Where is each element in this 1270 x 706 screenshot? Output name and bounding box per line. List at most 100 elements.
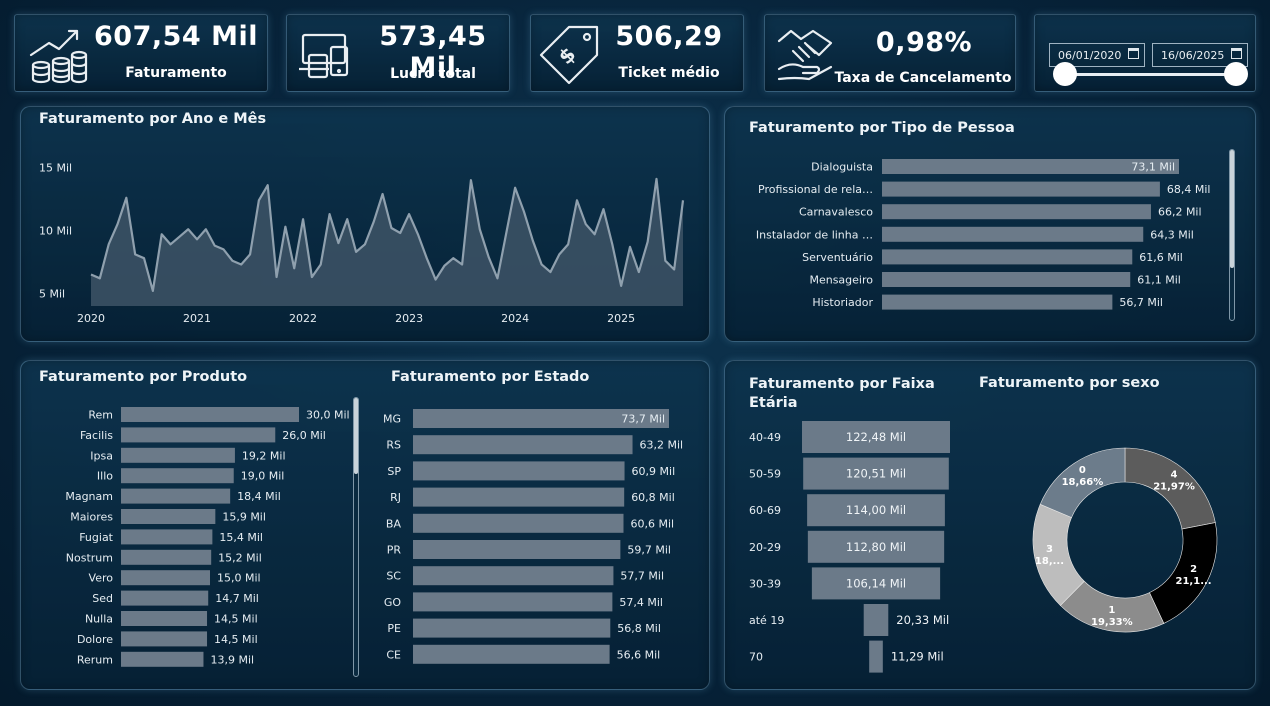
data-label: 61,1 Mil bbox=[1137, 274, 1181, 287]
kpi-value: 0,98% bbox=[875, 27, 973, 58]
bar bbox=[121, 509, 216, 524]
bar bbox=[121, 427, 276, 443]
kpi-card-faturamento: 607,54 Mil Faturamento bbox=[14, 14, 268, 92]
money-growth-icon bbox=[29, 29, 88, 84]
data-label: 112,80 Mil bbox=[846, 540, 906, 554]
donut-chart: 421,97% 221,1... 119,33% 318,... 018,66% bbox=[1032, 447, 1218, 633]
category-label: 20-29 bbox=[749, 541, 781, 554]
bar bbox=[121, 651, 204, 667]
category-label: Ipsa bbox=[90, 449, 113, 462]
funnel-bar bbox=[863, 604, 889, 636]
bar bbox=[413, 592, 613, 612]
bar-chart: Dialoguista 73,1 Mil Profissional de rela…… bbox=[756, 159, 1210, 310]
slice-category-label: 3 bbox=[1046, 544, 1053, 555]
category-label: 40-49 bbox=[749, 431, 781, 444]
kpi-card-cancelamento: 0,98% Taxa de Cancelamento bbox=[764, 14, 1016, 92]
data-label: 60,8 Mil bbox=[631, 491, 675, 504]
bar bbox=[121, 570, 210, 586]
bar bbox=[121, 590, 209, 606]
bar bbox=[121, 447, 235, 463]
kpi-card-ticket: $ 506,29 Ticket médio bbox=[530, 14, 744, 92]
data-label: 57,7 Mil bbox=[620, 570, 664, 583]
data-label: 14,5 Mil bbox=[214, 633, 258, 646]
data-label: 18,4 Mil bbox=[237, 490, 281, 503]
kpi-value: 506,29 bbox=[615, 21, 723, 52]
category-label: Facilis bbox=[80, 429, 113, 442]
bar bbox=[413, 618, 611, 638]
category-label: BA bbox=[386, 517, 402, 530]
scrollbar-thumb[interactable] bbox=[1230, 150, 1234, 268]
slice-category-label: 2 bbox=[1190, 564, 1197, 575]
data-label: 73,1 Mil bbox=[1131, 161, 1175, 174]
bar bbox=[882, 204, 1151, 220]
date-slider-start-handle[interactable] bbox=[1053, 62, 1077, 86]
category-label: Carnavalesco bbox=[799, 206, 873, 219]
panel-faturamento-tipo-pessoa: Faturamento por Tipo de Pessoa Dialoguis… bbox=[724, 106, 1256, 342]
data-label: 114,00 Mil bbox=[846, 503, 906, 517]
data-label: 61,6 Mil bbox=[1139, 251, 1183, 264]
date-slider-track[interactable] bbox=[1065, 73, 1237, 76]
y-tick-label: 10 Mil bbox=[39, 225, 72, 238]
slice-value-label: 19,33% bbox=[1091, 617, 1133, 628]
scrollbar-thumb[interactable] bbox=[354, 398, 358, 474]
data-label: 122,48 Mil bbox=[846, 430, 906, 444]
x-tick-label: 2020 bbox=[77, 312, 105, 325]
x-tick-label: 2025 bbox=[607, 312, 635, 325]
slice-value-label: 21,1... bbox=[1176, 576, 1212, 587]
category-label: Nostrum bbox=[66, 551, 113, 564]
data-label: 14,5 Mil bbox=[214, 613, 258, 626]
data-label: 73,7 Mil bbox=[621, 413, 665, 426]
data-label: 13,9 Mil bbox=[210, 653, 254, 666]
date-filter: 06/01/2020 16/06/2025 bbox=[1034, 14, 1256, 92]
category-label: Fugiat bbox=[79, 531, 113, 544]
bar bbox=[413, 435, 633, 455]
scrollbar[interactable] bbox=[1229, 149, 1235, 321]
end-date-value: 16/06/2025 bbox=[1161, 49, 1225, 62]
data-label: 60,9 Mil bbox=[632, 465, 676, 478]
data-label: 15,4 Mil bbox=[219, 531, 263, 544]
date-slider-end-handle[interactable] bbox=[1224, 62, 1248, 86]
slice-category-label: 4 bbox=[1171, 470, 1178, 481]
category-label: SP bbox=[387, 465, 401, 478]
data-label: 57,4 Mil bbox=[619, 596, 663, 609]
category-label: PE bbox=[387, 622, 401, 635]
bar bbox=[121, 611, 208, 626]
bar bbox=[121, 529, 213, 545]
area-fill bbox=[91, 178, 683, 306]
category-label: PR bbox=[387, 544, 402, 557]
calendar-icon[interactable] bbox=[1231, 48, 1242, 59]
kpi-label: Taxa de Cancelamento bbox=[834, 70, 1012, 86]
category-label: 30-39 bbox=[749, 577, 781, 590]
category-label: Instalador de linha … bbox=[756, 228, 873, 241]
bar bbox=[121, 407, 299, 422]
category-label: CE bbox=[386, 648, 401, 661]
category-label: SC bbox=[386, 570, 401, 583]
category-label: Dolore bbox=[77, 633, 113, 646]
bar bbox=[882, 249, 1133, 265]
category-label: Maiores bbox=[70, 511, 113, 524]
funnel-chart: 40-49 122,48 Mil 50-59 120,51 Mil 60-69 114,0… bbox=[749, 421, 950, 673]
slice-category-label: 1 bbox=[1108, 605, 1115, 616]
category-label: até 19 bbox=[749, 614, 784, 627]
data-label: 60,6 Mil bbox=[630, 517, 674, 530]
data-label: 19,0 Mil bbox=[241, 470, 285, 483]
bar bbox=[121, 488, 231, 504]
scrollbar[interactable] bbox=[353, 397, 359, 677]
data-label: 64,3 Mil bbox=[1150, 228, 1194, 241]
data-label: 14,7 Mil bbox=[215, 592, 259, 605]
price-tag-icon: $ bbox=[539, 25, 599, 85]
data-label: 56,6 Mil bbox=[617, 648, 661, 661]
category-label: 50-59 bbox=[749, 468, 781, 481]
calendar-icon[interactable] bbox=[1128, 48, 1139, 59]
x-tick-label: 2021 bbox=[183, 312, 211, 325]
category-label: GO bbox=[384, 596, 402, 609]
category-label: Mensageiro bbox=[809, 274, 873, 287]
y-tick-label: 5 Mil bbox=[39, 287, 65, 300]
bar bbox=[121, 631, 208, 647]
data-label: 106,14 Mil bbox=[846, 576, 906, 590]
bar-chart-produto: Rem 30,0 Mil Facilis 26,0 Mil Ipsa 19,2 Mil Il… bbox=[65, 407, 350, 667]
category-label: Magnam bbox=[65, 490, 113, 503]
bar bbox=[121, 549, 212, 565]
start-date-value: 06/01/2020 bbox=[1058, 49, 1122, 62]
bar bbox=[413, 487, 625, 507]
